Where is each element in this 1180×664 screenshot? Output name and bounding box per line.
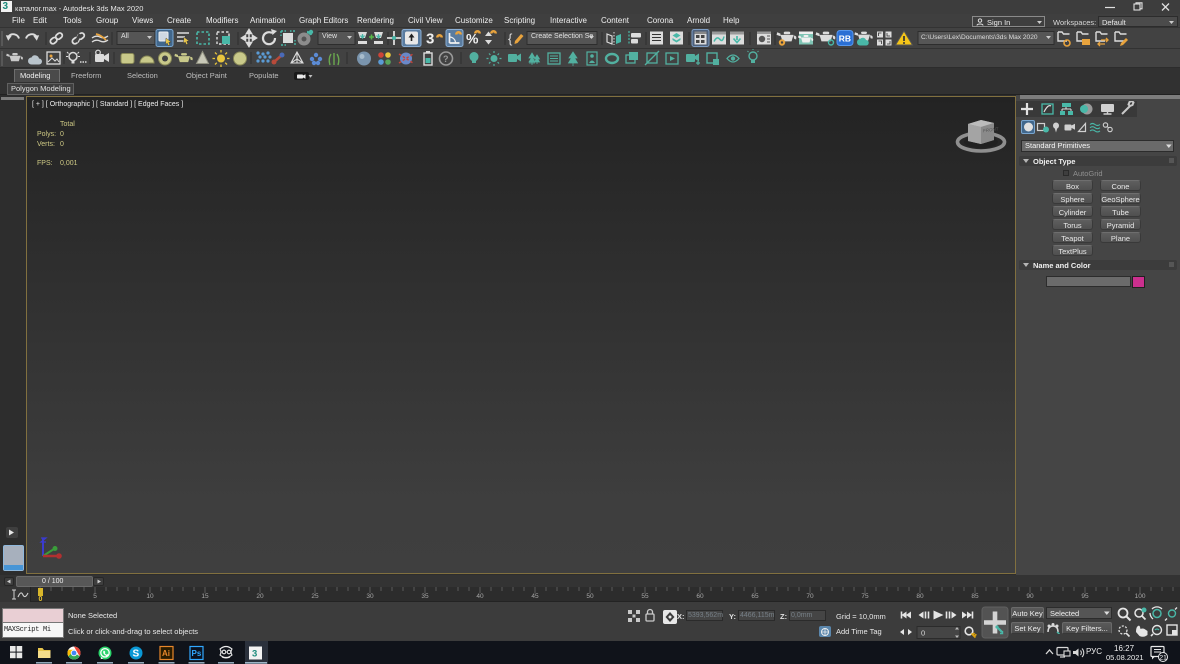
- svg-text:Ps: Ps: [192, 649, 202, 658]
- svg-text:%: %: [466, 31, 479, 47]
- svg-text:{: {: [508, 31, 513, 46]
- svg-text:?: ?: [443, 54, 449, 64]
- svg-text:3: 3: [252, 649, 257, 660]
- svg-text:S: S: [133, 649, 140, 660]
- svg-text:21: 21: [1160, 655, 1168, 662]
- svg-text:0: 0: [921, 629, 925, 638]
- svg-text:RB: RB: [839, 34, 851, 44]
- svg-text:3: 3: [426, 31, 434, 48]
- svg-text:Ai: Ai: [162, 649, 170, 658]
